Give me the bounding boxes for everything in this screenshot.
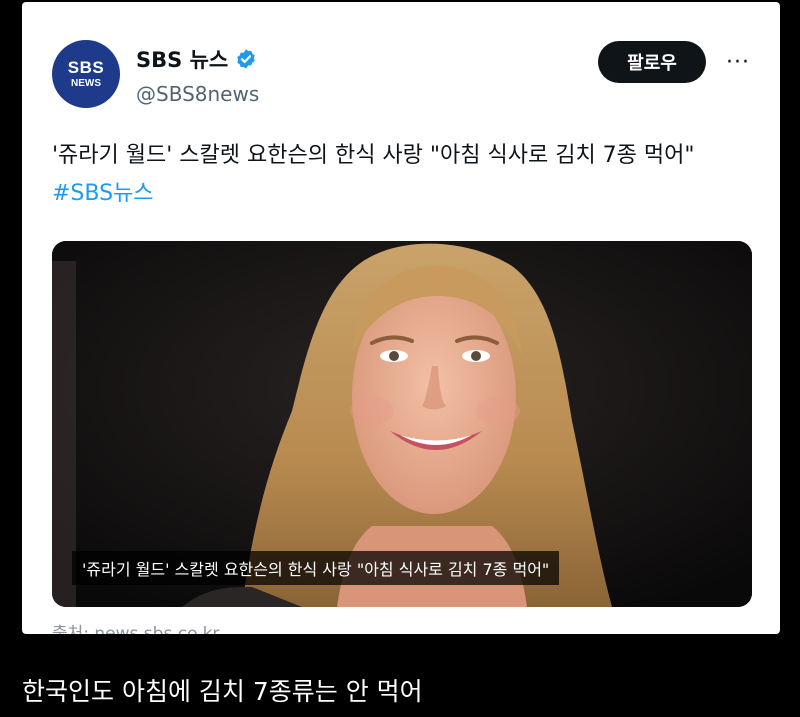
avatar[interactable]: SBS NEWS [52, 40, 120, 108]
tweet-body: '쥬라기 월드' 스칼렛 요한슨의 한식 사랑 "아침 식사로 김치 7종 먹어… [52, 143, 695, 168]
more-options-icon[interactable]: ··· [722, 44, 754, 80]
follow-button[interactable]: 팔로우 [598, 41, 706, 83]
account-handle[interactable]: @SBS8news [136, 82, 259, 106]
hashtag-link[interactable]: #SBS뉴스 [52, 181, 154, 206]
tweet-text: '쥬라기 월드' 스칼렛 요한슨의 한식 사랑 "아침 식사로 김치 7종 먹어… [52, 137, 752, 213]
account-name-row: SBS 뉴스 [136, 44, 257, 74]
media-caption: '쥬라기 월드' 스칼렛 요한슨의 한식 사랑 "아침 식사로 김치 7종 먹어… [72, 551, 560, 585]
avatar-logo-text: SBS [67, 58, 105, 77]
footer-comment: 한국인도 아침에 김치 7종류는 안 먹어 [22, 677, 423, 706]
tweet-card: SBS NEWS SBS 뉴스 @SBS8news 팔로우 ··· '쥬라기 월… [22, 2, 780, 634]
avatar-logo-subtext: NEWS [71, 78, 101, 89]
account-name[interactable]: SBS 뉴스 [136, 44, 228, 74]
tweet-media-image[interactable]: '쥬라기 월드' 스칼렛 요한슨의 한식 사랑 "아침 식사로 김치 7종 먹어… [52, 241, 752, 607]
verified-badge-icon [237, 49, 255, 69]
source-credit: 출처: news.sbs.co.kr [52, 624, 220, 634]
